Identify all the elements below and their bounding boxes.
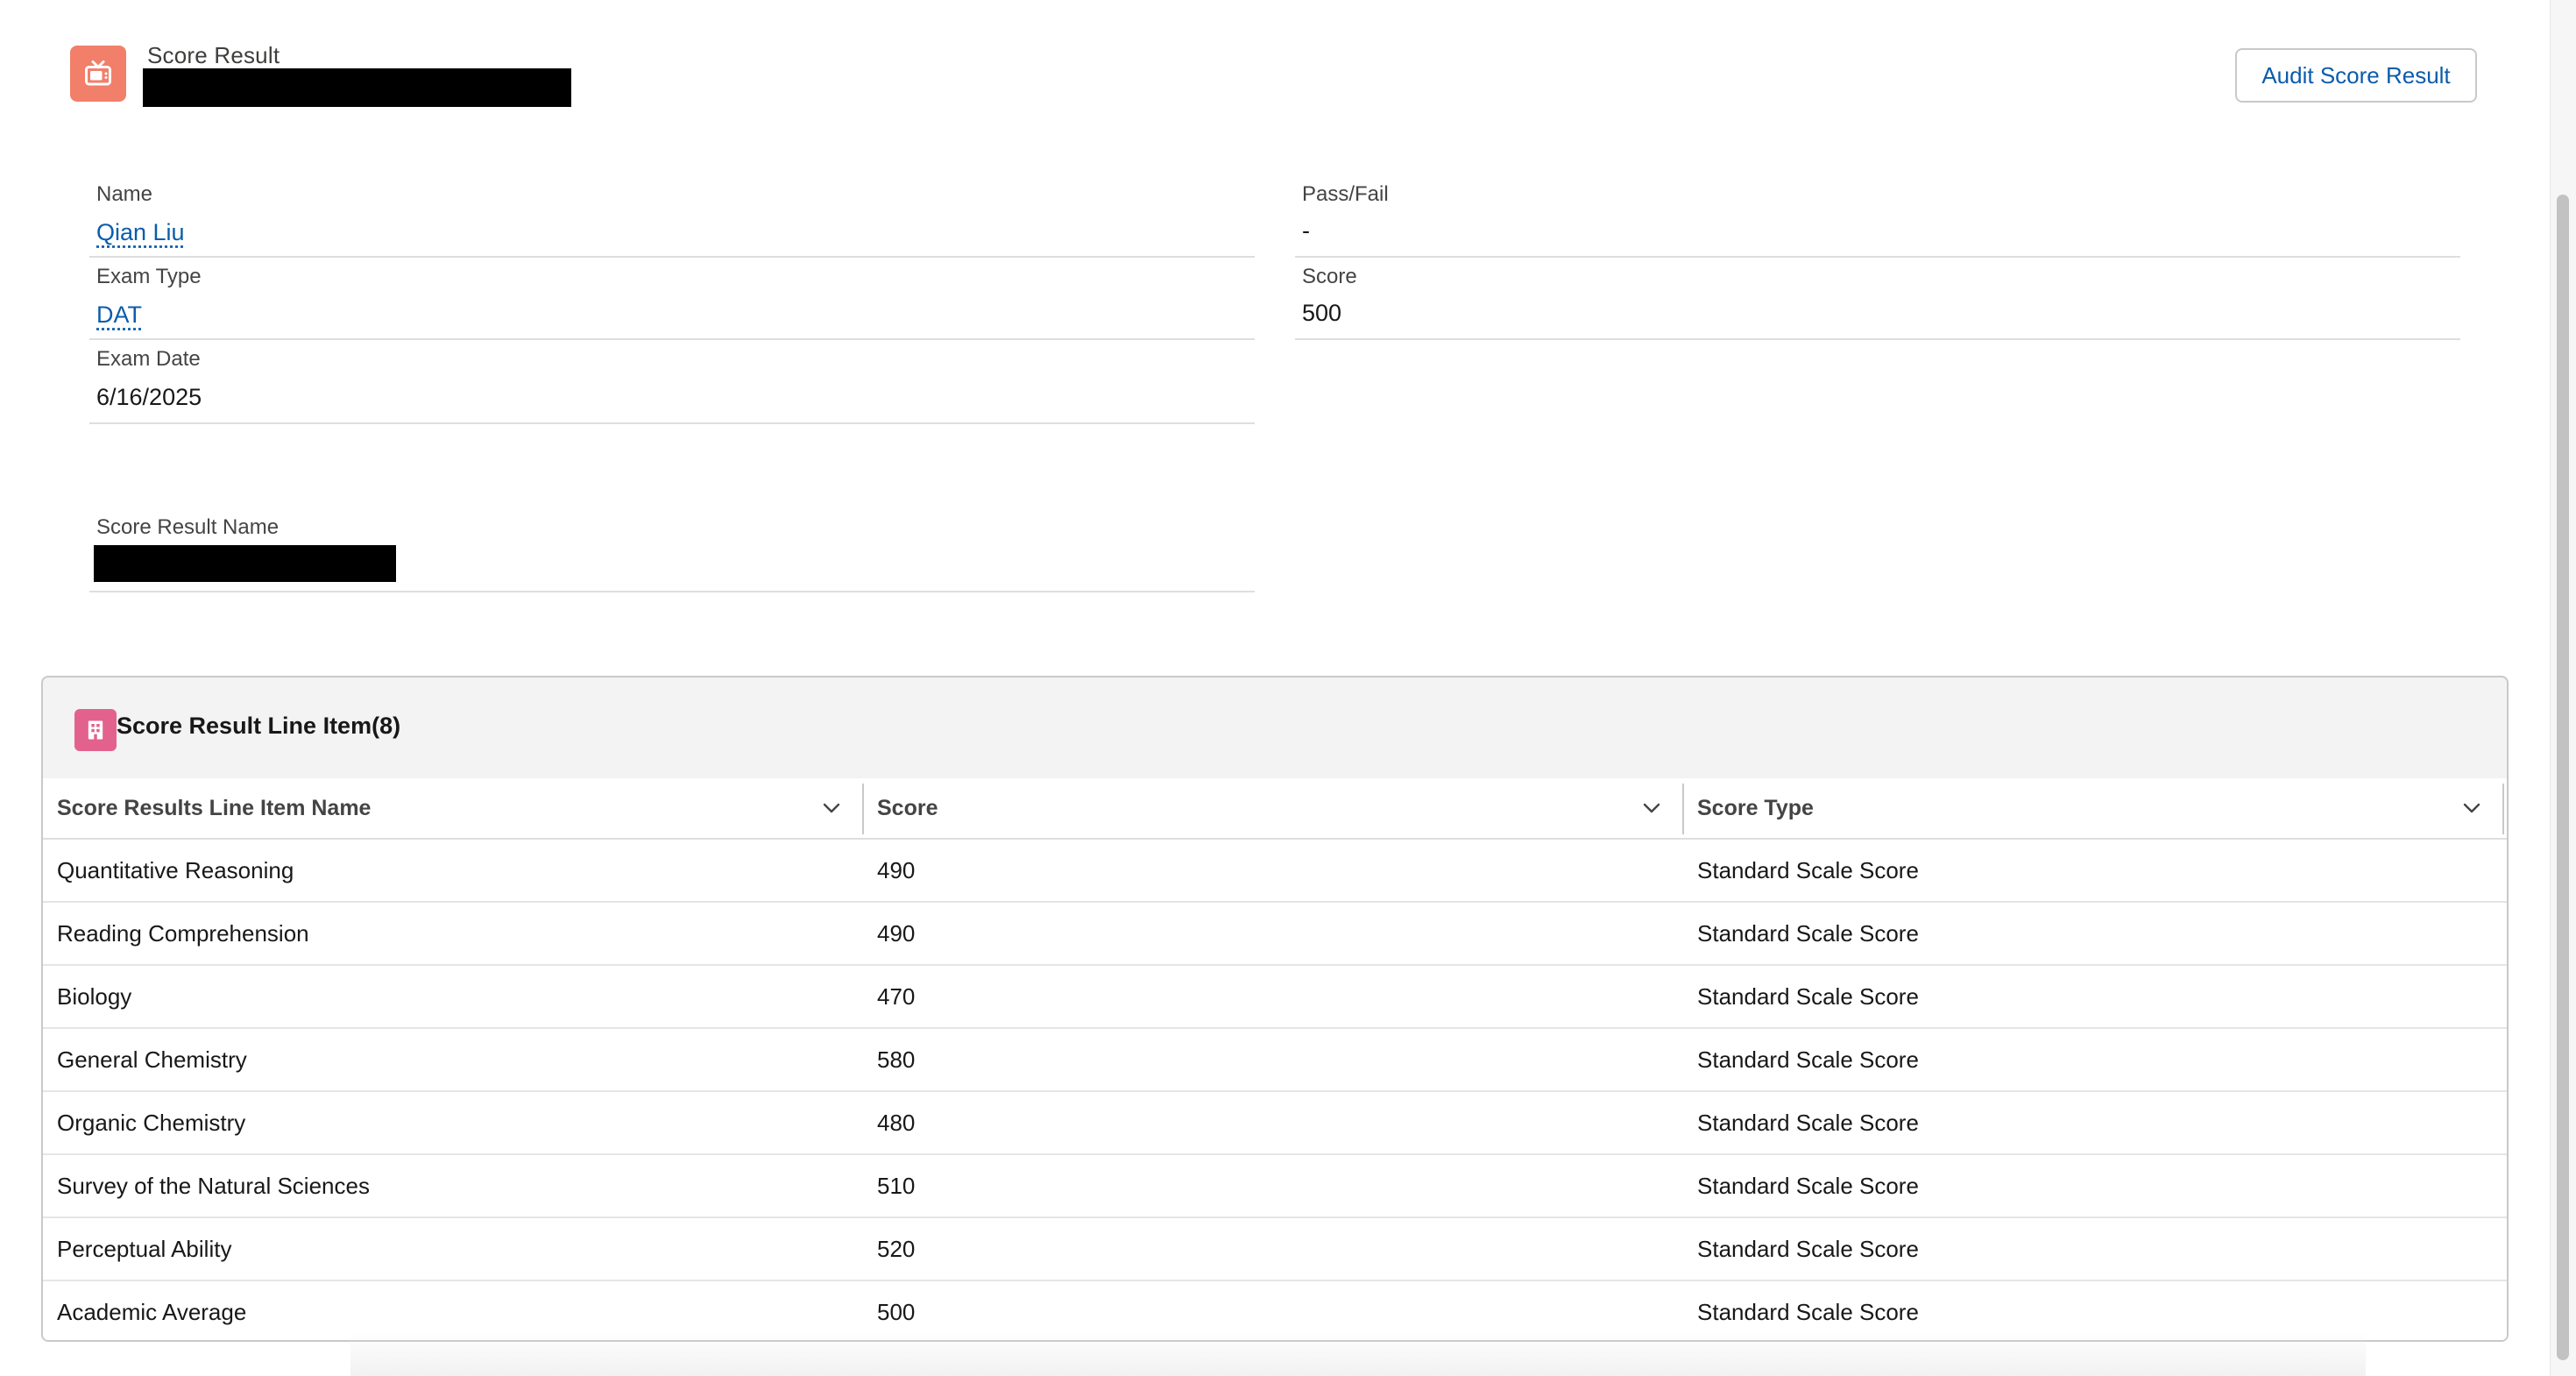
cell-score: 490 <box>877 919 916 947</box>
related-list-title[interactable]: Score Result Line Item(8) <box>117 713 400 740</box>
field-label: Exam Date <box>96 347 201 371</box>
object-label: Score Result <box>147 42 280 68</box>
chevron-down-icon[interactable] <box>2461 798 2482 819</box>
score-result-name-redacted <box>94 545 396 582</box>
table-row[interactable]: Survey of the Natural Sciences 510 Stand… <box>43 1155 2507 1218</box>
table-row[interactable]: Reading Comprehension 490 Standard Scale… <box>43 903 2507 966</box>
table-row[interactable]: Biology 470 Standard Scale Score <box>43 966 2507 1029</box>
cell-score-type: Standard Scale Score <box>1697 982 1919 1010</box>
bottom-shadow <box>350 1332 2366 1376</box>
cell-score-type: Standard Scale Score <box>1697 1109 1919 1136</box>
column-divider[interactable] <box>2502 784 2504 834</box>
table-row[interactable]: Quantitative Reasoning 490 Standard Scal… <box>43 840 2507 903</box>
field-label: Exam Type <box>96 265 202 288</box>
cell-score-type: Standard Scale Score <box>1697 856 1919 883</box>
cell-score-type: Standard Scale Score <box>1697 1235 1919 1262</box>
line-items-table: Score Results Line Item Name Score Score… <box>43 778 2507 1340</box>
field-exam-date: Exam Date 6/16/2025 <box>89 347 1255 424</box>
score-value: 500 <box>1302 300 1342 326</box>
cell-line-item-name: Survey of the Natural Sciences <box>57 1172 370 1199</box>
cell-score: 480 <box>877 1109 916 1136</box>
field-label: Score <box>1302 265 1357 288</box>
field-exam-type: Exam Type DAT <box>89 265 1255 340</box>
field-label: Name <box>96 182 153 206</box>
cell-score-type: Standard Scale Score <box>1697 919 1919 947</box>
exam-type-link[interactable]: DAT <box>96 301 142 329</box>
cell-score: 520 <box>877 1235 916 1262</box>
chevron-down-icon[interactable] <box>1641 798 1662 819</box>
exam-date-value: 6/16/2025 <box>96 384 202 410</box>
table-row[interactable]: Perceptual Ability 520 Standard Scale Sc… <box>43 1218 2507 1281</box>
pass-fail-value: - <box>1302 217 1310 244</box>
cell-line-item-name: Biology <box>57 982 132 1010</box>
field-score: Score 500 <box>1295 265 2460 340</box>
cell-score-type: Standard Scale Score <box>1697 1046 1919 1073</box>
tv-icon <box>70 46 126 102</box>
chevron-down-icon[interactable] <box>821 798 842 819</box>
audit-score-result-button[interactable]: Audit Score Result <box>2235 48 2477 103</box>
cell-line-item-name: Organic Chemistry <box>57 1109 246 1136</box>
cell-score: 510 <box>877 1172 916 1199</box>
building-icon <box>74 709 117 751</box>
scrollbar-thumb[interactable] <box>2557 195 2569 1360</box>
cell-score: 470 <box>877 982 916 1010</box>
cell-line-item-name: General Chemistry <box>57 1046 247 1073</box>
column-header-label: Score <box>877 795 938 820</box>
cell-line-item-name: Reading Comprehension <box>57 919 309 947</box>
record-title-redacted <box>143 68 571 107</box>
field-pass-fail: Pass/Fail - <box>1295 182 2460 258</box>
table-row[interactable]: Organic Chemistry 480 Standard Scale Sco… <box>43 1092 2507 1155</box>
related-list-card: Score Result Line Item(8) Score Results … <box>41 676 2509 1342</box>
column-header-name[interactable]: Score Results Line Item Name <box>43 778 863 838</box>
table-row[interactable]: General Chemistry 580 Standard Scale Sco… <box>43 1029 2507 1092</box>
table-header: Score Results Line Item Name Score Score… <box>43 778 2507 840</box>
cell-line-item-name: Perceptual Ability <box>57 1235 232 1262</box>
column-header-score-type[interactable]: Score Type <box>1683 778 2507 838</box>
record-page: Score Result Audit Score Result Name Qia… <box>0 0 2550 1376</box>
cell-score-type: Standard Scale Score <box>1697 1172 1919 1199</box>
cell-score: 490 <box>877 856 916 883</box>
column-header-label: Score Results Line Item Name <box>57 795 372 820</box>
column-header-score[interactable]: Score <box>863 778 1683 838</box>
field-name: Name Qian Liu <box>89 182 1255 258</box>
cell-score: 580 <box>877 1046 916 1073</box>
column-header-label: Score Type <box>1697 795 1814 820</box>
field-label: Score Result Name <box>96 515 280 539</box>
name-link[interactable]: Qian Liu <box>96 219 185 246</box>
cell-line-item-name: Quantitative Reasoning <box>57 856 294 883</box>
field-label: Pass/Fail <box>1302 182 1389 206</box>
